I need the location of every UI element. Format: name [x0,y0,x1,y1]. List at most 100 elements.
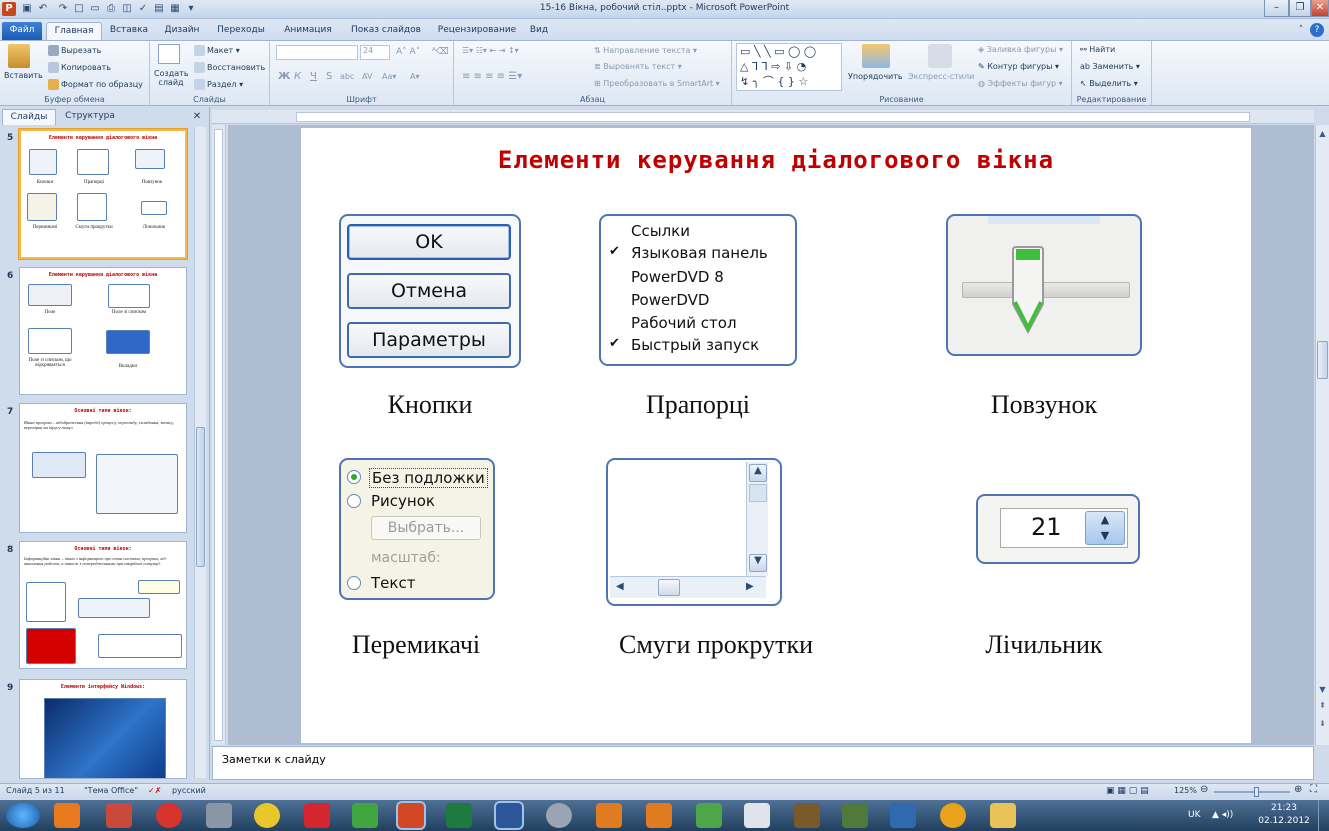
clock-time[interactable]: 21:23 [1258,803,1310,813]
slide-thumbnail-9[interactable]: Елементи інтерфейсу Windows: [19,679,187,779]
slide-thumbnail-8[interactable]: Основні типи вікон: Інформаційні вікна –… [19,541,187,669]
tab-design[interactable]: Дизайн [158,22,206,40]
tab-slides[interactable]: Слайды [2,109,56,125]
cut-button[interactable]: Вырезать [48,45,101,56]
shape-effects-button[interactable]: ◍ Эффекты фигур ▾ [978,79,1063,88]
font-family-select[interactable] [276,45,358,60]
select-button[interactable]: ↖ Выделить ▾ [1080,79,1138,88]
taskbar-app-icon[interactable] [106,803,132,828]
taskbar-app-icon[interactable] [546,803,572,828]
caption-buttons[interactable]: Кнопки [327,390,533,420]
taskbar-app-icon[interactable] [794,803,820,828]
align-text-button[interactable]: ≣ Выровнять текст ▾ [594,62,682,71]
italic-icon[interactable]: К [294,71,301,82]
tab-home[interactable]: Главная [46,22,102,40]
slide[interactable]: Елементи керування діалогового вікна OK … [301,128,1251,743]
caption-slider[interactable]: Повзунок [946,390,1142,420]
fit-slide-icon[interactable]: ⛶ [1310,784,1317,795]
zoom-slider[interactable] [1214,791,1290,793]
proofing-icon[interactable]: ✓✗ [148,786,161,795]
format-painter-button[interactable]: Формат по образцу [48,79,143,90]
zoom-out-icon[interactable]: ⊖ [1200,784,1208,795]
slide-thumbnail-5[interactable]: Елементи керування діалогового вікна Кно… [19,129,187,259]
tab-view[interactable]: Вид [524,22,554,40]
font-color-icon[interactable]: A▾ [410,72,420,81]
start-button-icon[interactable] [6,803,40,828]
prev-slide-icon[interactable]: ⇞ [1317,701,1328,715]
clock-date[interactable]: 02.12.2012 [1254,816,1314,826]
taskbar-app-icon[interactable] [842,803,868,828]
quick-styles-button[interactable]: Экспресс-стили [908,72,974,81]
underline-icon[interactable]: Ч [310,71,317,82]
new-slide-button[interactable]: Создать слайд [154,69,189,87]
shape-outline-button[interactable]: ✎ Контур фигуры ▾ [978,62,1059,71]
close-panel-icon[interactable]: ✕ [190,109,204,125]
taskbar-app-icon[interactable] [254,803,280,828]
clear-format-icon[interactable]: ᴬ⌫ [432,47,449,57]
taskbar-app-icon[interactable] [940,803,966,828]
shapes-gallery[interactable]: ▭ ╲ ╲ ▭ ◯ ◯ △ ⅂ ⅂ ⇨ ⇩ ◔ ↯ ╮ ⌒ { } ☆ [736,43,842,91]
caption-checkboxes[interactable]: Прапорці [599,390,797,420]
thumbs-scrollbar[interactable] [194,127,206,778]
section-button[interactable]: Раздел ▾ [194,79,243,90]
case-icon[interactable]: Aa▾ [382,72,396,81]
taskbar-app-icon[interactable] [206,803,232,828]
ribbon-collapse-icon[interactable]: ˄ [1295,22,1307,40]
slide-title[interactable]: Елементи керування діалогового вікна [301,146,1251,174]
smartart-button[interactable]: ⊞ Преобразовать в SmartArt ▾ [594,79,720,88]
taskbar-app-icon[interactable] [54,803,80,828]
tab-review[interactable]: Рецензирование [432,22,522,40]
find-button[interactable]: ⚯ Найти [1080,45,1115,54]
caption-spinner[interactable]: Лічильник [946,630,1142,660]
shape-fill-button[interactable]: ◈ Заливка фигуры ▾ [978,45,1063,54]
taskbar-app-icon[interactable] [596,803,622,828]
replace-button[interactable]: ab Заменить ▾ [1080,62,1140,71]
taskbar-app-icon[interactable] [696,803,722,828]
paste-icon[interactable] [8,44,30,68]
font-size-select[interactable]: 24 [360,45,390,60]
text-direction-button[interactable]: ⇅ Направление текста ▾ [594,46,697,55]
taskbar-abc-icon[interactable] [744,803,770,828]
tab-transitions[interactable]: Переходы [210,22,272,40]
show-desktop-button[interactable] [1318,800,1329,831]
notes-pane[interactable]: Заметки к слайду [212,746,1314,780]
minimize-button[interactable]: – [1264,0,1289,17]
keyboard-language[interactable]: UK [1188,810,1201,820]
zoom-slider-thumb[interactable] [1254,787,1259,797]
taskbar-app-icon[interactable] [352,803,378,828]
thumbs-scroll-thumb[interactable] [196,427,205,567]
reset-button[interactable]: Восстановить [194,62,265,73]
tab-insert[interactable]: Вставка [104,22,154,40]
taskbar-excel-icon[interactable] [446,803,472,828]
tab-slideshow[interactable]: Показ слайдов [344,22,428,40]
view-buttons-icon[interactable]: ▣ ▦ ▢ ▤ [1106,786,1149,796]
grow-font-icon[interactable]: A˄ A˅ [396,47,420,57]
maximize-button[interactable]: ❐ [1289,0,1311,17]
paste-button[interactable]: Вставить [4,71,43,80]
spacing-icon[interactable]: AV [362,72,372,81]
tab-animation[interactable]: Анимация [276,22,340,40]
bold-icon[interactable]: Ж [278,71,290,82]
caption-radios[interactable]: Перемикачі [321,630,511,660]
zoom-in-icon[interactable]: ⊕ [1294,784,1302,795]
language[interactable]: русский [172,786,206,795]
help-icon[interactable]: ? [1310,23,1324,37]
taskbar-powerpoint-icon[interactable] [398,803,424,828]
arrange-button[interactable]: Упорядочить [848,72,903,81]
taskbar-app-icon[interactable] [890,803,916,828]
taskbar-app-icon[interactable] [646,803,672,828]
scroll-up-icon[interactable]: ▲ [1317,129,1328,141]
copy-button[interactable]: Копировать [48,62,111,73]
canvas-scrollbar[interactable]: ▲ ▼ ⇞ ⇟ [1315,125,1329,745]
taskbar-app-icon[interactable] [304,803,330,828]
slide-thumbnail-6[interactable]: Елементи керування діалогового вікна Пол… [19,267,187,395]
taskbar-opera-icon[interactable] [156,803,182,828]
theme-name[interactable]: "Тема Office" [84,786,138,795]
shadow-icon[interactable]: abc [340,72,354,81]
caption-scrollbars[interactable]: Смуги прокрутки [591,630,841,660]
taskbar-word-icon[interactable] [496,803,522,828]
quick-styles-icon[interactable] [928,44,952,68]
taskbar-folder-icon[interactable] [990,803,1016,828]
zoom-level[interactable]: 125% [1174,786,1197,795]
bullets-icon[interactable]: ☰▾ ☷▾ ⇤ ⇥ ↕▾ [462,46,519,55]
